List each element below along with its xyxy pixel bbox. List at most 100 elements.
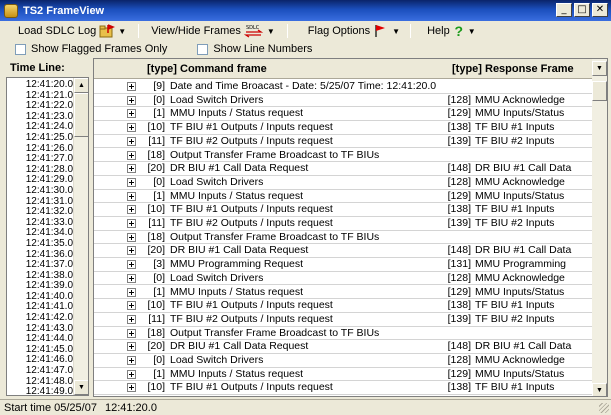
response-frame-header[interactable]: [type] Response Frame [452,63,574,75]
frame-row[interactable]: [10] TF BIU #1 Outputs / Inputs request [1… [94,121,593,135]
help-button[interactable]: Help ? ▼ [423,22,480,40]
frame-row[interactable]: [18] Output Transfer Frame Broadcast to T… [94,231,593,245]
show-line-numbers-checkbox[interactable] [197,43,209,55]
load-dropdown-arrow[interactable]: ▼ [118,27,126,36]
frame-row[interactable]: [0] Load Switch Drivers [128] MMU Acknowled… [94,176,593,190]
command-frame-header[interactable]: [type] Command frame [147,63,267,75]
response-frame-text: MMU Inputs/Status [475,189,565,202]
response-frame-text: MMU Acknowledge [475,175,565,188]
minimize-button[interactable]: _ [556,3,572,17]
expand-icon[interactable] [127,136,136,146]
expand-icon[interactable] [127,164,136,174]
expand-icon[interactable] [127,191,136,201]
response-type: [129] [447,107,471,120]
frame-row[interactable]: [3] MMU Programming Request [131] MMU Progr… [94,258,593,272]
timeline-item[interactable]: 12:41:35.0 [7,238,75,250]
frame-row[interactable]: [11] TF BIU #2 Outputs / Inputs request [1… [94,217,593,231]
maximize-button[interactable]: □ [574,3,590,17]
expand-icon[interactable] [127,109,136,119]
command-type: [3] [153,258,165,271]
timeline-item[interactable]: 12:41:30.0 [7,185,75,197]
resize-grip[interactable] [599,403,609,413]
timeline-scroll-down-arrow[interactable]: ▼ [74,380,88,395]
frame-row[interactable]: [10] TF BIU #1 Outputs / Inputs request [1… [94,203,593,217]
frame-row[interactable]: [1] MMU Inputs / Status request [129] MMU I… [94,107,593,122]
frame-row[interactable]: [20] DR BIU #1 Call Data Request [148] DR B… [94,162,593,176]
expand-icon[interactable] [127,342,136,352]
expand-icon[interactable] [127,95,136,105]
expand-icon[interactable] [127,177,136,187]
command-type: [0] [153,354,165,366]
expand-icon[interactable] [127,287,136,297]
frame-row[interactable]: [0] Load Switch Drivers [128] MMU Acknowled… [94,94,593,108]
command-frame-text: Load Switch Drivers [170,354,264,366]
frame-row[interactable]: [18] Output Transfer Frame Broadcast to T… [94,327,593,341]
expand-icon[interactable] [127,82,136,91]
frame-row[interactable]: [1] MMU Inputs / Status request [129] MMU I… [94,286,593,300]
load-sdlc-log-button[interactable]: Load SDLC Log ▼ [14,22,130,40]
response-frame-text: DR BIU #1 Call Data [475,340,572,353]
command-frame-text: Load Switch Drivers [170,175,264,188]
command-frame-text: TF BIU #2 Outputs / Inputs request [170,217,333,229]
expand-icon[interactable] [127,246,136,256]
expand-icon[interactable] [127,205,136,215]
show-flagged-only-checkbox[interactable] [15,43,26,55]
frame-row[interactable]: [20] DR BIU #1 Call Data Request [148] DR B… [94,340,593,354]
frame-row[interactable]: [1] MMU Inputs / Status request [129] MMU I… [94,368,593,382]
timeline-scrollbar[interactable]: ▲ ▼ [73,78,88,395]
command-type: [20] [147,340,165,353]
frame-row[interactable]: [20] DR BIU #1 Call Data Request [148] DR B… [94,244,593,259]
timeline-item[interactable]: 12:41:25.0 [7,132,75,144]
frames-list[interactable]: [9] Date and Time Broacast - Date: 5/25/0… [94,80,593,396]
expand-icon[interactable] [127,328,136,338]
frame-row[interactable]: [18] Output Transfer Frame Broadcast to T… [94,149,593,163]
show-flagged-only-option[interactable]: Show Flagged Frames Only [15,43,167,55]
command-frame-text: MMU Inputs / Status request [170,107,304,120]
timeline-panel[interactable]: 12:41:20.0 12:41:21.0 12:41:22.0 12:41:23.0… [6,77,89,396]
expand-icon[interactable] [127,123,136,133]
response-frame-text: MMU Inputs/Status [475,107,565,120]
expand-icon[interactable] [127,150,136,160]
frame-row[interactable]: [0] Load Switch Drivers [128] MMU Acknowled… [94,272,593,286]
close-button[interactable]: ✕ [592,3,608,17]
frame-row[interactable]: [10] TF BIU #1 Outputs / Inputs request [1… [94,299,593,313]
help-dropdown-arrow[interactable]: ▼ [468,27,476,36]
expand-icon[interactable] [127,219,136,228]
frame-row[interactable]: [11] TF BIU #2 Outputs / Inputs request [1… [94,313,593,327]
command-type: [1] [153,189,165,202]
response-type: [138] [447,121,471,134]
start-time-label: Start time 05/25/07 [4,401,97,414]
frame-row[interactable]: [0] Load Switch Drivers [128] MMU Acknowled… [94,354,593,368]
expand-icon[interactable] [127,260,136,270]
flag-dropdown-arrow[interactable]: ▼ [392,27,400,36]
expand-icon[interactable] [127,232,136,242]
show-line-numbers-option[interactable]: Show Line Numbers [197,43,312,55]
expand-icon[interactable] [127,383,136,393]
frames-scroll-down-arrow[interactable]: ▼ [592,383,607,396]
expand-icon[interactable] [127,356,136,365]
expand-icon[interactable] [127,273,136,283]
frames-header-dropdown[interactable]: ▼ [592,61,607,76]
flag-options-button[interactable]: Flag Options ▼ [304,22,404,40]
frame-row[interactable]: [10] TF BIU #1 Outputs / Inputs request [1… [94,381,593,396]
expand-icon[interactable] [127,369,136,379]
view-dropdown-arrow[interactable]: ▼ [267,27,275,36]
command-frame-text: MMU Programming Request [170,258,304,271]
timeline-item[interactable]: 12:41:49.0 [7,387,75,395]
options-bar: Show Flagged Frames Only Show Line Numbe… [0,41,611,57]
timeline-list[interactable]: 12:41:20.0 12:41:21.0 12:41:22.0 12:41:23.0… [7,79,75,395]
frame-row[interactable]: [9] Date and Time Broacast - Date: 5/25/0… [94,80,593,94]
frames-scrollbar[interactable]: ▼ ▼ [592,59,607,396]
timeline-scroll-thumb[interactable] [74,93,88,137]
response-type: [129] [447,189,471,202]
command-type: [10] [147,121,165,134]
expand-icon[interactable] [127,301,136,311]
timeline-item[interactable]: 12:41:20.0 [7,79,75,91]
timeline-header: Time Line: [10,62,65,74]
expand-icon[interactable] [127,314,136,324]
timeline-scroll-up-arrow[interactable]: ▲ [74,78,88,93]
frames-scroll-thumb[interactable] [592,81,607,101]
view-hide-frames-button[interactable]: View/Hide Frames SDLC ▼ [147,22,279,40]
frame-row[interactable]: [1] MMU Inputs / Status request [129] MMU I… [94,190,593,204]
frame-row[interactable]: [11] TF BIU #2 Outputs / Inputs request [1… [94,135,593,149]
